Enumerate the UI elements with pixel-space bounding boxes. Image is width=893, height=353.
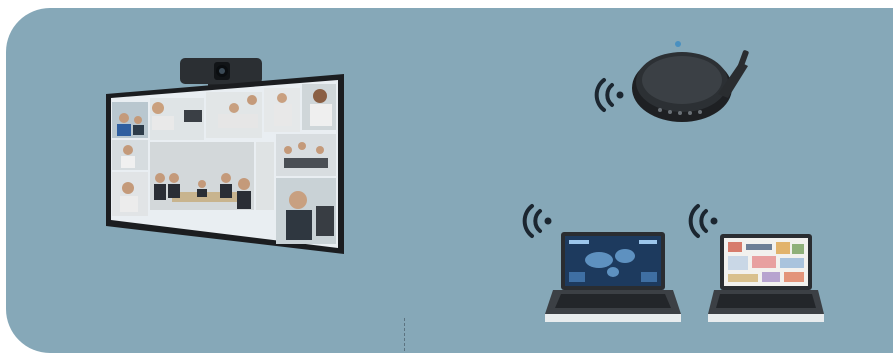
speakerphone-device [632, 41, 749, 122]
laptop-right [708, 234, 824, 322]
laptop-left [545, 232, 681, 322]
wall-display [106, 74, 344, 254]
divider-line [404, 318, 405, 351]
wifi-signal-icon [594, 78, 624, 112]
conference-setup-illustration [0, 0, 893, 353]
